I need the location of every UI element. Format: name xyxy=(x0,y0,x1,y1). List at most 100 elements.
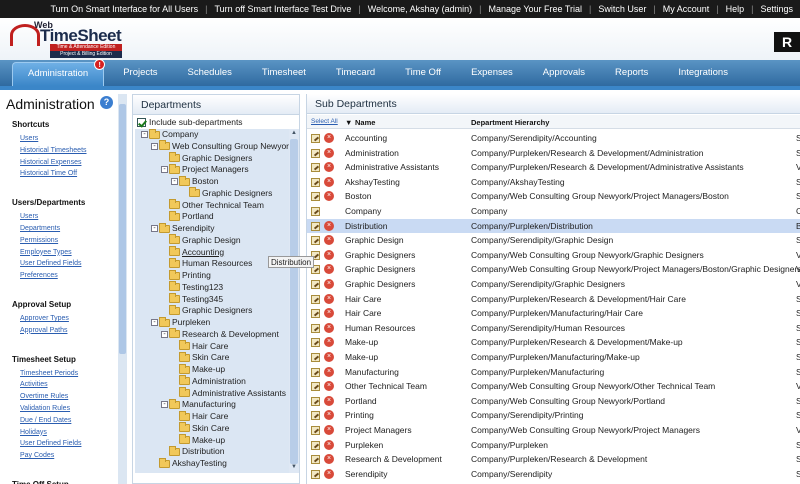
sidebar-link[interactable]: Overtime Rules xyxy=(20,393,68,400)
table-row[interactable]: × Make-up Company/Purpleken/Manufacturing/… xyxy=(307,350,800,365)
table-row[interactable]: × Manufacturing Company/Purpleken/Manufact… xyxy=(307,365,800,380)
tree-scrollbar[interactable]: ▲ ▼ xyxy=(289,129,299,473)
tree-node[interactable]: Make-up xyxy=(171,363,225,375)
delete-icon[interactable]: × xyxy=(324,147,334,158)
tree-node[interactable]: Graphic Designers xyxy=(181,187,272,199)
delete-icon[interactable]: × xyxy=(324,220,334,231)
tab-timecard[interactable]: Timecard xyxy=(321,60,390,86)
collapse-icon[interactable]: - xyxy=(141,131,148,138)
sidebar-link[interactable]: Activities xyxy=(20,381,48,388)
tab-schedules[interactable]: Schedules xyxy=(173,60,247,86)
sidebar-link[interactable]: Timesheet Periods xyxy=(20,370,78,377)
tree-node[interactable]: Graphic Designers xyxy=(161,152,252,164)
edit-icon[interactable] xyxy=(311,367,320,377)
scroll-thumb[interactable] xyxy=(290,139,298,464)
edit-icon[interactable] xyxy=(311,440,320,450)
sidebar-link[interactable]: Preferences xyxy=(20,272,58,279)
edit-icon[interactable] xyxy=(311,163,320,173)
top-link[interactable]: Manage Your Free Trial xyxy=(481,4,589,14)
delete-icon[interactable]: × xyxy=(324,322,334,333)
tree-node[interactable]: Hair Care xyxy=(171,340,228,352)
table-row[interactable]: × Printing Company/Serendipity/Printing S xyxy=(307,408,800,423)
table-row[interactable]: × Serendipity Company/Serendipity S xyxy=(307,467,800,482)
column-hierarchy[interactable]: Department Hierarchy xyxy=(471,118,549,127)
tab-expenses[interactable]: Expenses xyxy=(456,60,528,86)
sidebar-link[interactable]: User Defined Fields xyxy=(20,440,81,447)
select-all-link[interactable]: Select All xyxy=(311,118,338,125)
edit-icon[interactable] xyxy=(311,192,320,202)
table-row[interactable]: × Human Resources Company/Serendipity/Huma… xyxy=(307,321,800,336)
delete-icon[interactable]: × xyxy=(324,249,334,260)
table-row[interactable]: × Administration Company/Purpleken/Researc… xyxy=(307,146,800,161)
delete-icon[interactable]: × xyxy=(324,454,334,465)
table-row[interactable]: × Graphic Designers Company/Web Consulting… xyxy=(307,262,800,277)
tree-node[interactable]: Skin Care xyxy=(171,351,229,363)
table-row[interactable]: × AkshayTesting Company/AkshayTesting S xyxy=(307,175,800,190)
column-name[interactable]: Name xyxy=(355,118,375,127)
edit-icon[interactable] xyxy=(311,411,320,421)
tree-node[interactable]: Human Resources xyxy=(161,257,252,269)
table-row[interactable]: × Graphic Design Company/Serendipity/Graph… xyxy=(307,233,800,248)
sidebar-link[interactable]: Users xyxy=(20,135,38,142)
table-row[interactable]: × Graphic Designers Company/Web Consulting… xyxy=(307,248,800,263)
tree-node[interactable]: - Serendipity xyxy=(151,222,215,234)
sidebar-link[interactable]: Users xyxy=(20,213,38,220)
table-row[interactable]: × Make-up Company/Purpleken/Research & Dev… xyxy=(307,335,800,350)
delete-icon[interactable]: × xyxy=(324,235,334,246)
tree-node[interactable]: - Company xyxy=(141,129,198,140)
edit-icon[interactable] xyxy=(311,469,320,479)
delete-icon[interactable]: × xyxy=(324,381,334,392)
delete-icon[interactable]: × xyxy=(324,337,334,348)
delete-icon[interactable]: × xyxy=(324,308,334,319)
include-subdepartments-checkbox[interactable] xyxy=(137,117,146,127)
sidebar-link[interactable]: Approver Types xyxy=(20,315,69,322)
edit-icon[interactable] xyxy=(311,294,320,304)
edit-icon[interactable] xyxy=(311,148,320,158)
delete-icon[interactable]: × xyxy=(324,410,334,421)
collapse-icon[interactable]: - xyxy=(161,166,168,174)
sidebar-link[interactable]: Approval Paths xyxy=(20,327,67,334)
delete-icon[interactable]: × xyxy=(324,133,334,143)
delete-icon[interactable]: × xyxy=(324,279,334,289)
scroll-thumb[interactable] xyxy=(119,104,126,354)
tree-node[interactable]: Skin Care xyxy=(171,422,229,434)
collapse-icon[interactable]: - xyxy=(161,330,168,338)
tree-node[interactable]: - Purpleken xyxy=(151,316,210,328)
tab-time-off[interactable]: Time Off xyxy=(390,60,456,86)
sidebar-link[interactable]: Departments xyxy=(20,225,60,232)
collapse-icon[interactable]: - xyxy=(161,401,168,409)
table-row[interactable]: × Accounting Company/Serendipity/Accountin… xyxy=(307,131,800,146)
edit-icon[interactable] xyxy=(311,382,320,392)
top-link[interactable]: My Account xyxy=(656,4,717,14)
table-row[interactable]: × Portland Company/Web Consulting Group Ne… xyxy=(307,394,800,409)
table-row[interactable]: × Research & Development Company/Purpleken… xyxy=(307,452,800,467)
tree-node[interactable]: Testing123 xyxy=(161,281,223,293)
sidebar-link[interactable]: Validation Rules xyxy=(20,405,70,412)
sidebar-link[interactable]: Permissions xyxy=(20,237,58,244)
sidebar-link[interactable]: User Defined Fields xyxy=(20,260,81,267)
tree-node[interactable]: Distribution xyxy=(161,445,225,457)
delete-icon[interactable]: × xyxy=(324,191,334,202)
delete-icon[interactable]: × xyxy=(324,293,334,304)
sidebar-link[interactable]: Pay Codes xyxy=(20,452,54,459)
tree-node[interactable]: - Web Consulting Group Newyork xyxy=(151,140,289,152)
table-row[interactable]: × Other Technical Team Company/Web Consult… xyxy=(307,379,800,394)
tree-node[interactable]: Other Technical Team xyxy=(161,199,264,211)
sidebar-link[interactable]: Historical Timesheets xyxy=(20,147,87,154)
sidebar-link[interactable]: Due / End Dates xyxy=(20,417,71,424)
delete-icon[interactable]: × xyxy=(324,176,334,187)
tree-node[interactable]: Printing xyxy=(161,269,211,281)
tab-approvals[interactable]: Approvals xyxy=(528,60,600,86)
edit-icon[interactable] xyxy=(311,323,320,333)
sort-desc-icon[interactable]: ▼ xyxy=(345,118,352,127)
top-link[interactable]: Turn off Smart Interface Test Drive xyxy=(208,4,359,14)
edit-icon[interactable] xyxy=(311,221,320,231)
table-row[interactable]: × Project Managers Company/Web Consulting … xyxy=(307,423,800,438)
top-link[interactable]: Welcome, Akshay (admin) xyxy=(361,4,479,14)
tree-node[interactable]: Accounting xyxy=(161,246,224,258)
tree-node[interactable]: - Research & Development xyxy=(161,328,279,340)
delete-icon[interactable]: × xyxy=(324,468,334,479)
table-row[interactable]: × Graphic Designers Company/Serendipity/Gr… xyxy=(307,277,800,292)
tab-timesheet[interactable]: Timesheet xyxy=(247,60,321,86)
tab-reports[interactable]: Reports xyxy=(600,60,663,86)
